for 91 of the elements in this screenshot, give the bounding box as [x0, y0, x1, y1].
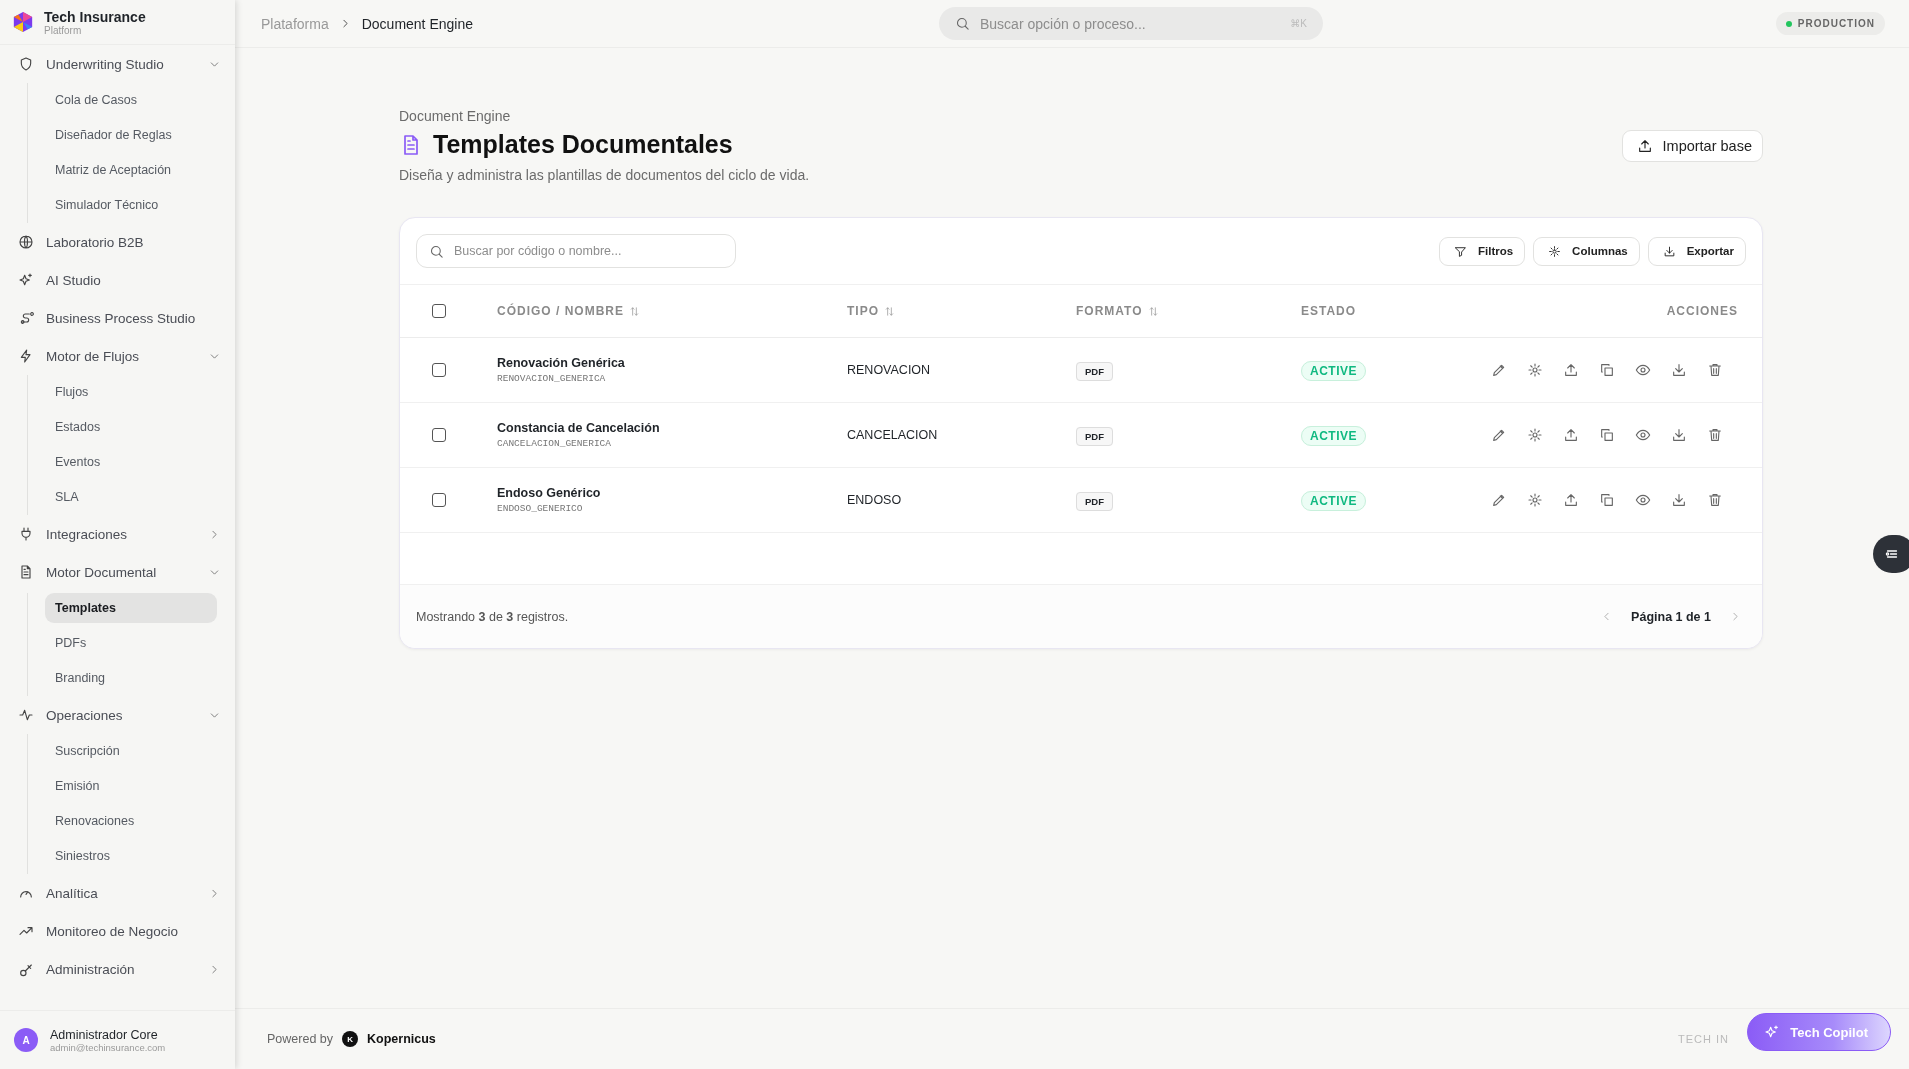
plug-icon — [18, 526, 34, 542]
pulse-icon — [18, 707, 34, 723]
breadcrumb-item: Document Engine — [361, 15, 473, 32]
user-avatar: A — [14, 1028, 38, 1052]
key-icon — [18, 961, 34, 977]
template-name: Constancia de Cancelación — [497, 421, 661, 435]
sidebar-item[interactable]: Business Process Studio — [18, 299, 221, 337]
sidebar-subitem[interactable]: Diseñador de Reglas — [45, 118, 217, 153]
template-name: Renovación Genérica — [497, 356, 626, 370]
sidebar-item[interactable]: Operaciones — [18, 696, 221, 734]
sidebar-subitem[interactable]: Cola de Casos — [45, 83, 217, 118]
format-badge: PDF — [1076, 362, 1113, 381]
sidebar-subitem[interactable]: Emisión — [45, 769, 217, 804]
sidebar-item[interactable]: AI Studio — [18, 261, 221, 299]
sidebar-item[interactable]: Administración — [18, 950, 221, 988]
sparkle-icon — [18, 272, 34, 288]
toolbar-button[interactable]: Columnas — [1533, 236, 1640, 266]
column-header[interactable]: TIPO — [847, 304, 879, 318]
sidebar-subitem[interactable]: Flujos — [45, 375, 217, 410]
floating-menu-button[interactable] — [1873, 535, 1909, 573]
shield-icon — [18, 56, 34, 72]
globe-icon — [18, 234, 34, 250]
upload-icon — [1636, 137, 1653, 154]
sidebar-subitem[interactable]: Estados — [45, 410, 217, 445]
row-checkbox[interactable] — [432, 493, 446, 507]
settings-icon — [1548, 244, 1562, 258]
row-checkbox[interactable] — [432, 363, 446, 377]
sidebar-subitem[interactable]: Branding — [45, 661, 217, 696]
column-header[interactable]: CÓDIGO / NOMBRE — [497, 304, 624, 318]
search-input[interactable]: Buscar opción o proceso... — [978, 14, 1283, 33]
user-name: Administrador Core — [50, 1027, 159, 1042]
sidebar-item[interactable]: Monitoreo de Negocio — [18, 912, 221, 950]
format-badge: PDF — [1076, 492, 1113, 511]
sidebar-subitem[interactable]: Renovaciones — [45, 804, 217, 839]
page-eyebrow: Document Engine — [399, 108, 512, 124]
lightning-icon — [18, 348, 34, 364]
select-all-checkbox[interactable] — [432, 304, 446, 318]
row-checkbox[interactable] — [432, 428, 446, 442]
filter-icon — [1453, 244, 1467, 258]
sidebar-subitem[interactable]: Templates — [45, 593, 217, 623]
status-badge: ACTIVE — [1301, 426, 1366, 446]
template-name: Endoso Genérico — [497, 486, 602, 500]
search-icon — [429, 243, 444, 259]
page-subtitle: Diseña y administra las plantillas de documentos del ciclo de vida. — [399, 167, 810, 183]
sidebar-subitem[interactable]: Matriz de Aceptación — [45, 153, 217, 188]
sidebar-item[interactable]: Underwriting Studio — [18, 45, 221, 83]
brand-subtitle: Platform — [44, 24, 83, 36]
sidebar-subitem[interactable]: SLA — [45, 480, 217, 515]
page-title: Templates Documentales — [433, 130, 733, 159]
page-indicator: Página 1 de 1 — [1631, 609, 1711, 624]
sidebar-subitem[interactable]: Suscripción — [45, 734, 217, 769]
environment-badge: PRODUCTION — [1775, 12, 1885, 35]
sidebar-subitem[interactable]: Simulador Técnico — [45, 188, 217, 223]
sidebar-subitem[interactable]: Eventos — [45, 445, 217, 480]
footer-text: TECH IN — [1678, 1033, 1729, 1045]
company-name: Kopernicus — [367, 1032, 436, 1046]
sparkle-icon — [1764, 1024, 1781, 1040]
toolbar-button[interactable]: Exportar — [1647, 236, 1746, 266]
table-cell-text: CANCELACION — [847, 428, 939, 442]
records-summary: Mostrando 3 de 3 registros. — [416, 609, 569, 624]
search-icon — [955, 16, 970, 31]
company-logo: K — [342, 1031, 358, 1047]
sidebar-subitem[interactable]: PDFs — [45, 626, 217, 661]
toolbar-button[interactable]: Filtros — [1438, 236, 1526, 266]
template-code: ENDOSO_GENERICO — [497, 503, 584, 514]
hexagon-logo-icon — [12, 11, 34, 33]
search-input[interactable]: Buscar por código o nombre... — [452, 243, 723, 259]
brand-name: Tech Insurance — [44, 8, 146, 25]
sidebar-item[interactable]: Analítica — [18, 874, 221, 912]
status-badge: ACTIVE — [1301, 361, 1366, 381]
template-code: RENOVACION_GENERICA — [497, 373, 607, 384]
sidebar-item[interactable]: Motor Documental — [18, 553, 221, 591]
sidebar-item[interactable]: Laboratorio B2B — [18, 223, 221, 261]
column-header[interactable]: FORMATO — [1076, 304, 1143, 318]
table-cell-text: RENOVACION — [847, 363, 932, 377]
import-button[interactable]: Importar base — [1621, 129, 1763, 162]
status-badge: ACTIVE — [1301, 491, 1366, 511]
table-cell-text: ENDOSO — [847, 493, 903, 507]
document-icon — [18, 564, 34, 580]
column-header: ACCIONES — [1666, 304, 1738, 318]
column-header: ESTADO — [1301, 304, 1357, 318]
powered-by-label: Powered by — [267, 1032, 333, 1046]
user-email: admin@techinsurance.com — [50, 1041, 166, 1053]
sidebar-item[interactable]: Integraciones — [18, 515, 221, 553]
sidebar-subitem[interactable]: Siniestros — [45, 839, 217, 874]
template-code: CANCELACION_GENERICA — [497, 438, 613, 449]
search-field[interactable]: Buscar por código o nombre... — [416, 234, 736, 268]
route-icon — [18, 310, 34, 326]
format-badge: PDF — [1076, 427, 1113, 446]
sidebar-item[interactable]: Motor de Flujos — [18, 337, 221, 375]
download-icon — [1662, 244, 1676, 258]
